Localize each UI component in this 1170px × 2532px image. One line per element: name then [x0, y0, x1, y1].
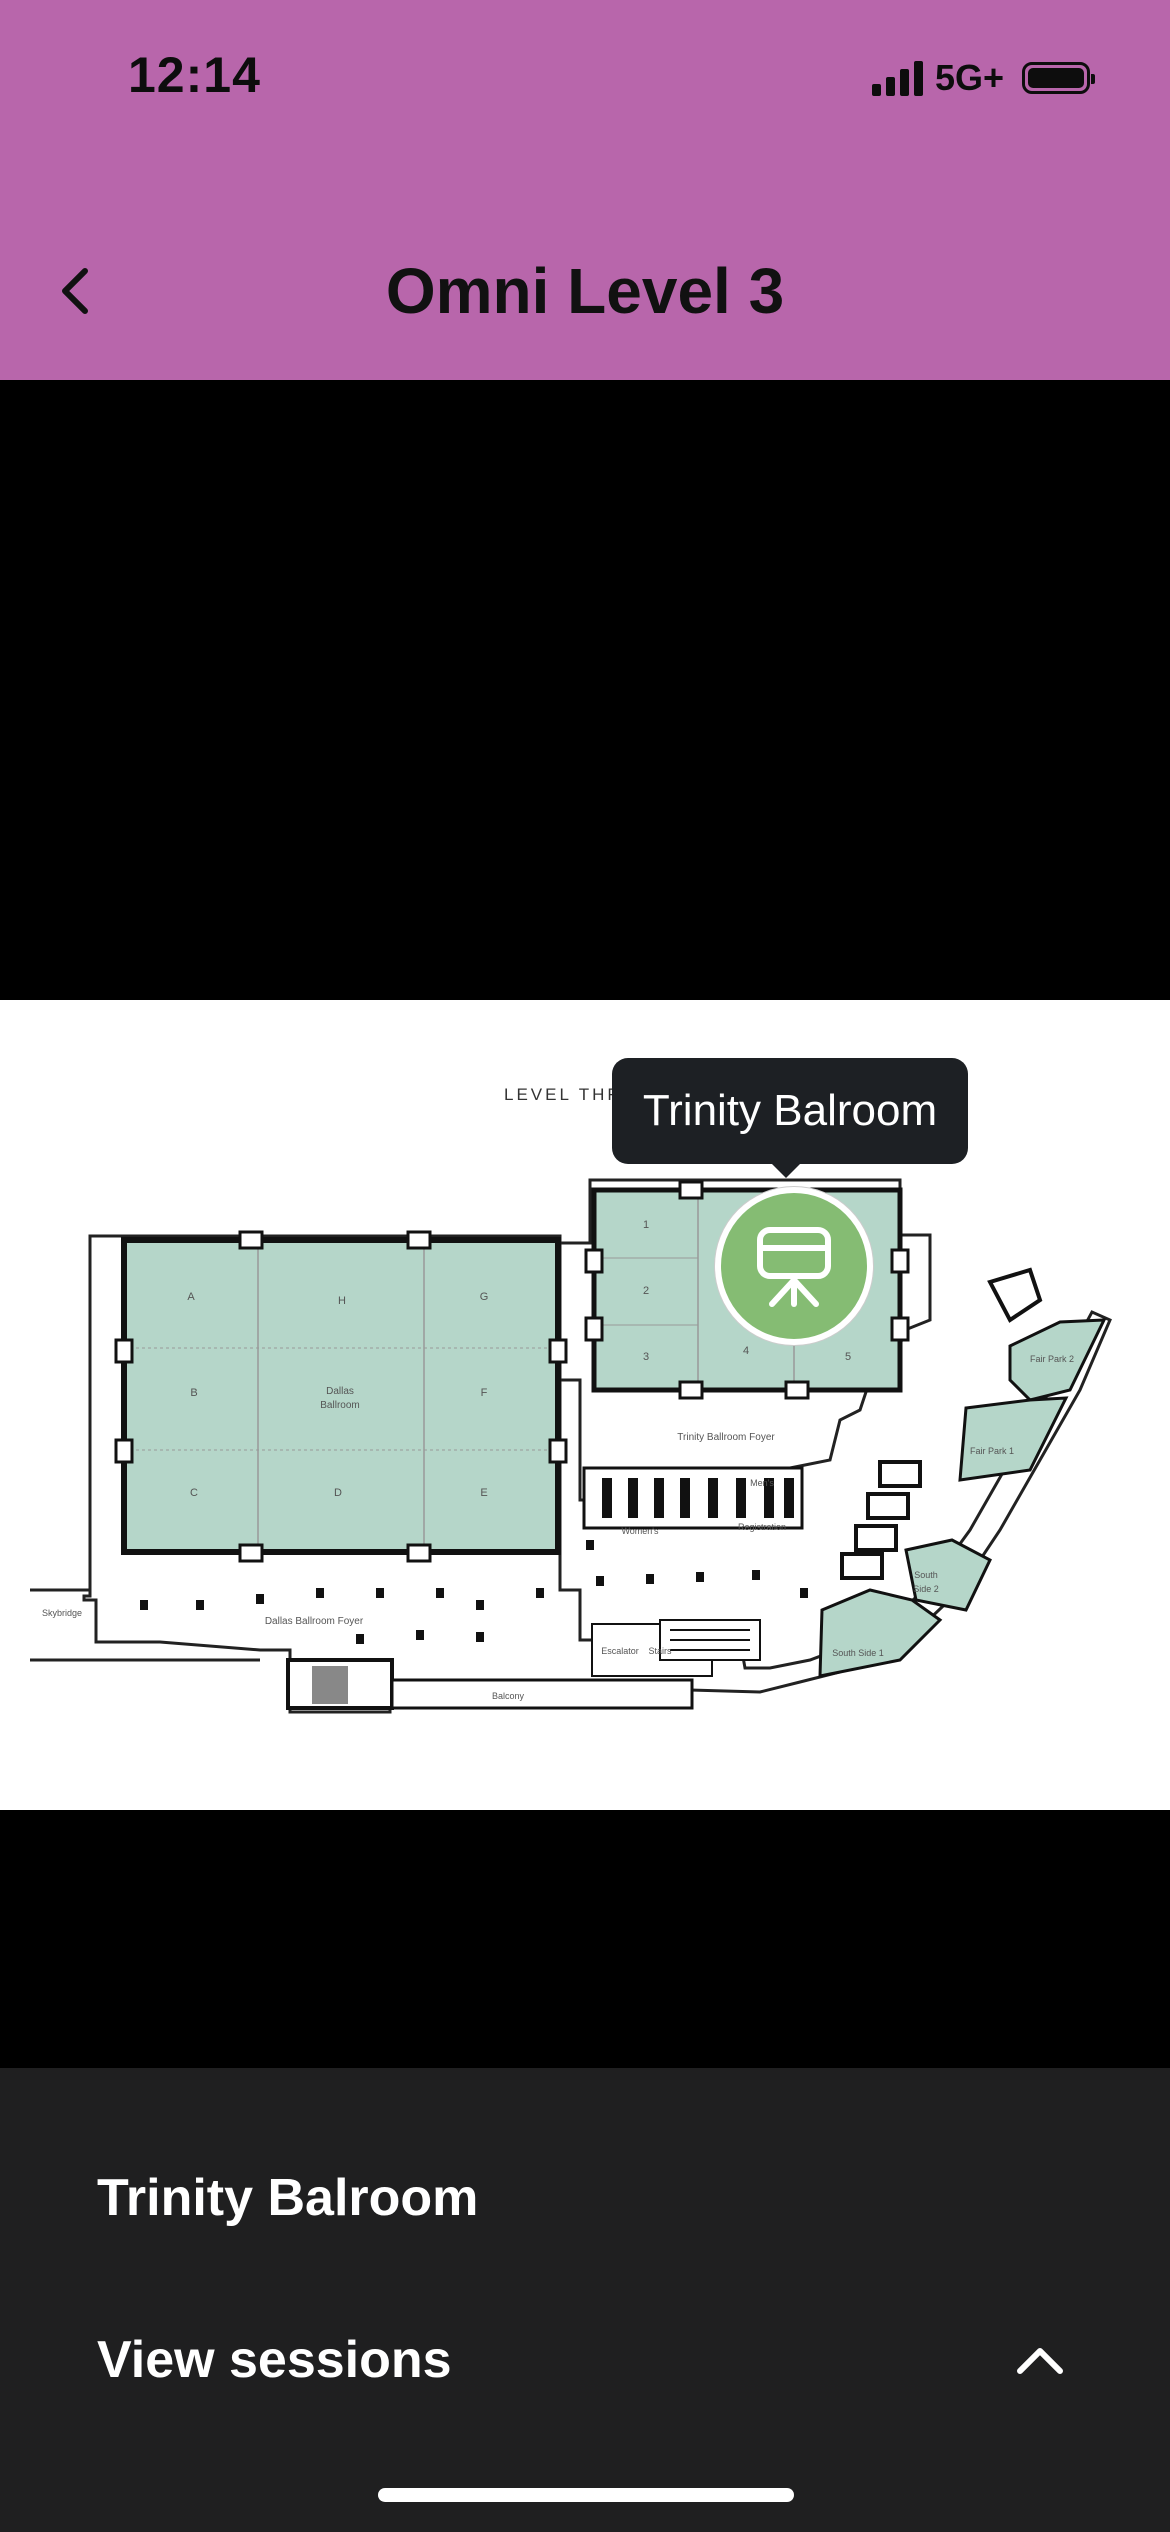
south-side-1-room[interactable]	[818, 1588, 943, 1678]
room-label-dallas-foyer: Dallas Ballroom Foyer	[265, 1616, 364, 1627]
network-type: 5G+	[934, 57, 1004, 98]
room-label-balcony: Balcony	[492, 1691, 525, 1701]
room-label-g: G	[480, 1291, 489, 1303]
room-label-4: 4	[743, 1345, 749, 1357]
room-tooltip: Trinity Balroom	[612, 1058, 968, 1178]
room-label-c: C	[190, 1487, 198, 1499]
home-indicator[interactable]	[378, 2488, 794, 2502]
room-label-stairs: Stairs	[648, 1646, 672, 1656]
presentation-board-icon	[757, 1227, 831, 1307]
room-label-mens: Men's	[750, 1478, 774, 1488]
room-label-south-side-2b: Side 2	[913, 1584, 939, 1594]
floor-map[interactable]: LEVEL THR A H G B Dallas Ballroom F C D …	[0, 1000, 1170, 1810]
status-bar: 12:14 5G+	[0, 0, 1170, 150]
expand-sessions-button[interactable]	[1005, 2330, 1075, 2390]
room-label-fair-park-1: Fair Park 1	[970, 1446, 1014, 1456]
room-label-d: D	[334, 1487, 342, 1499]
room-label-south-side-1: South Side 1	[832, 1648, 884, 1658]
room-label-b: B	[190, 1387, 197, 1399]
room-label-f: F	[481, 1387, 488, 1399]
room-pin[interactable]	[715, 1187, 873, 1345]
battery-icon	[1022, 62, 1095, 94]
room-label-trinity-foyer: Trinity Ballroom Foyer	[677, 1432, 775, 1443]
fair-park-1-room[interactable]	[958, 1396, 1069, 1482]
room-label-1: 1	[643, 1219, 649, 1231]
room-label-skybridge: Skybridge	[42, 1608, 82, 1618]
room-label-womens: Women's	[621, 1526, 659, 1536]
room-label-3: 3	[643, 1351, 649, 1363]
room-label-a: A	[187, 1291, 195, 1303]
room-label-e: E	[480, 1487, 487, 1499]
status-indicators: 5G+	[871, 56, 1095, 100]
level-label: LEVEL THR	[504, 1085, 623, 1104]
room-label-escalator: Escalator	[601, 1646, 639, 1656]
room-label-registration: Registration	[738, 1522, 786, 1532]
floor-plan-drawing: LEVEL THR A H G B Dallas Ballroom F C D …	[30, 1085, 1112, 1714]
room-label-south-side-2a: South	[914, 1570, 938, 1580]
page-title: Omni Level 3	[385, 255, 785, 327]
room-label-2: 2	[643, 1285, 649, 1297]
sheet-title: Trinity Balroom	[97, 2169, 479, 2227]
navigation-bar: Omni Level 3	[0, 150, 1170, 380]
room-label-h: H	[338, 1295, 346, 1307]
room-label-dallas-1: Dallas	[326, 1386, 354, 1397]
status-time: 12:14	[128, 47, 261, 103]
cellular-signal-icon	[871, 60, 923, 96]
view-sessions-button[interactable]: View sessions	[97, 2330, 452, 2390]
room-label-dallas-2: Ballroom	[320, 1400, 359, 1411]
chevron-up-icon	[1017, 2348, 1063, 2374]
bottom-sheet: Trinity Balroom View sessions	[0, 2068, 1170, 2532]
room-label-5: 5	[845, 1351, 851, 1363]
room-label-fair-park-2: Fair Park 2	[1030, 1354, 1074, 1364]
